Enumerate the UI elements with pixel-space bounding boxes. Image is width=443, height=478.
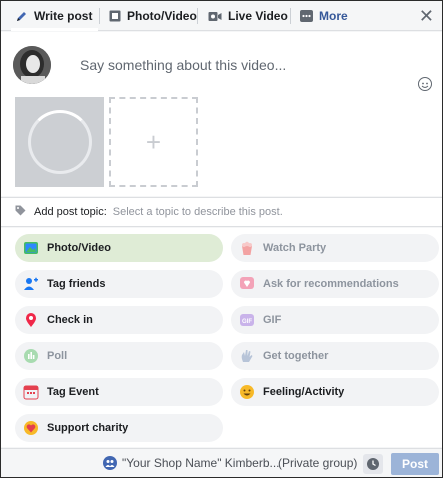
option-feeling-activity[interactable]: Feeling/Activity bbox=[231, 378, 439, 406]
tab-label: Write post bbox=[34, 9, 93, 23]
option-label: Check in bbox=[47, 314, 93, 326]
option-label: Ask for recommendations bbox=[263, 278, 399, 290]
option-check-in[interactable]: Check in bbox=[15, 306, 223, 334]
gif-icon: GIF bbox=[239, 312, 255, 328]
tag-friends-icon bbox=[23, 276, 39, 292]
tab-write-post[interactable]: Write post bbox=[10, 1, 99, 31]
audience-label: "Your Shop Name" Kimberb... bbox=[122, 456, 280, 470]
post-topic-input[interactable]: Select a topic to describe this post. bbox=[113, 206, 283, 218]
location-pin-icon bbox=[23, 312, 39, 328]
add-media-button[interactable]: + bbox=[109, 97, 198, 187]
tab-divider bbox=[197, 8, 198, 24]
option-support-charity[interactable]: Support charity bbox=[15, 414, 223, 442]
audience-selector[interactable]: "Your Shop Name" Kimberb... bbox=[103, 456, 280, 470]
tab-label: More bbox=[319, 9, 348, 23]
option-label: GIF bbox=[263, 314, 282, 326]
waving-hand-icon bbox=[239, 348, 255, 364]
photo-icon bbox=[23, 240, 39, 256]
option-watch-party[interactable]: Watch Party bbox=[231, 234, 439, 262]
option-poll[interactable]: Poll bbox=[15, 342, 223, 370]
option-label: Get together bbox=[263, 350, 329, 362]
poll-icon bbox=[23, 348, 39, 364]
calendar-icon bbox=[23, 384, 39, 400]
pencil-icon bbox=[15, 10, 28, 23]
tag-icon bbox=[15, 205, 26, 219]
composer-options: Photo/Video Watch Party Tag friends Ask … bbox=[1, 228, 442, 447]
tab-live-video[interactable]: Live Video bbox=[208, 1, 288, 31]
group-icon bbox=[103, 456, 117, 470]
recommendation-icon bbox=[239, 276, 255, 292]
popcorn-icon bbox=[239, 240, 255, 256]
smiley-icon bbox=[239, 384, 255, 400]
option-tag-friends[interactable]: Tag friends bbox=[15, 270, 223, 298]
tab-divider bbox=[290, 8, 291, 24]
option-label: Watch Party bbox=[263, 242, 327, 254]
post-topic-row[interactable]: Add post topic: Select a topic to descri… bbox=[1, 197, 442, 227]
close-icon[interactable]: ✕ bbox=[419, 6, 434, 27]
option-label: Tag Event bbox=[47, 386, 99, 398]
tab-divider bbox=[99, 8, 100, 24]
loading-spinner-icon bbox=[27, 110, 92, 174]
option-label: Poll bbox=[47, 350, 68, 362]
charity-heart-icon bbox=[23, 420, 39, 436]
option-label: Feeling/Activity bbox=[263, 386, 345, 398]
tab-label: Photo/Video bbox=[127, 9, 197, 23]
composer-footer: "Your Shop Name" Kimberb... (Private gro… bbox=[1, 448, 442, 477]
post-topic-label: Add post topic: bbox=[34, 206, 107, 218]
emoji-icon[interactable] bbox=[418, 77, 432, 91]
composer-text-input[interactable]: Say something about this video... bbox=[80, 57, 286, 73]
tab-photo-video[interactable]: Photo/Video bbox=[109, 1, 197, 31]
schedule-clock-icon[interactable] bbox=[363, 454, 383, 474]
option-label: Photo/Video bbox=[47, 242, 111, 254]
video-upload-thumbnail bbox=[15, 97, 104, 187]
post-button[interactable]: Post bbox=[391, 453, 439, 475]
post-composer-dialog: Write post Photo/Video Live Video More ✕ bbox=[0, 0, 443, 478]
more-dots-icon bbox=[300, 10, 313, 22]
video-camera-icon bbox=[208, 11, 222, 22]
option-photo-video[interactable]: Photo/Video bbox=[15, 234, 223, 262]
option-ask-for-recommendations[interactable]: Ask for recommendations bbox=[231, 270, 439, 298]
svg-text:GIF: GIF bbox=[242, 319, 252, 325]
tab-more[interactable]: More bbox=[300, 1, 348, 31]
option-label: Tag friends bbox=[47, 278, 106, 290]
avatar bbox=[13, 46, 51, 84]
photo-icon bbox=[109, 10, 121, 22]
option-gif[interactable]: GIF GIF bbox=[231, 306, 439, 334]
option-label: Support charity bbox=[47, 422, 129, 434]
tab-label: Live Video bbox=[228, 9, 288, 23]
composer-tabs: Write post Photo/Video Live Video More ✕ bbox=[1, 1, 442, 31]
option-tag-event[interactable]: Tag Event bbox=[15, 378, 223, 406]
option-get-together[interactable]: Get together bbox=[231, 342, 439, 370]
composer-area: Say something about this video... + bbox=[1, 32, 442, 196]
privacy-label: (Private group) bbox=[278, 456, 358, 470]
